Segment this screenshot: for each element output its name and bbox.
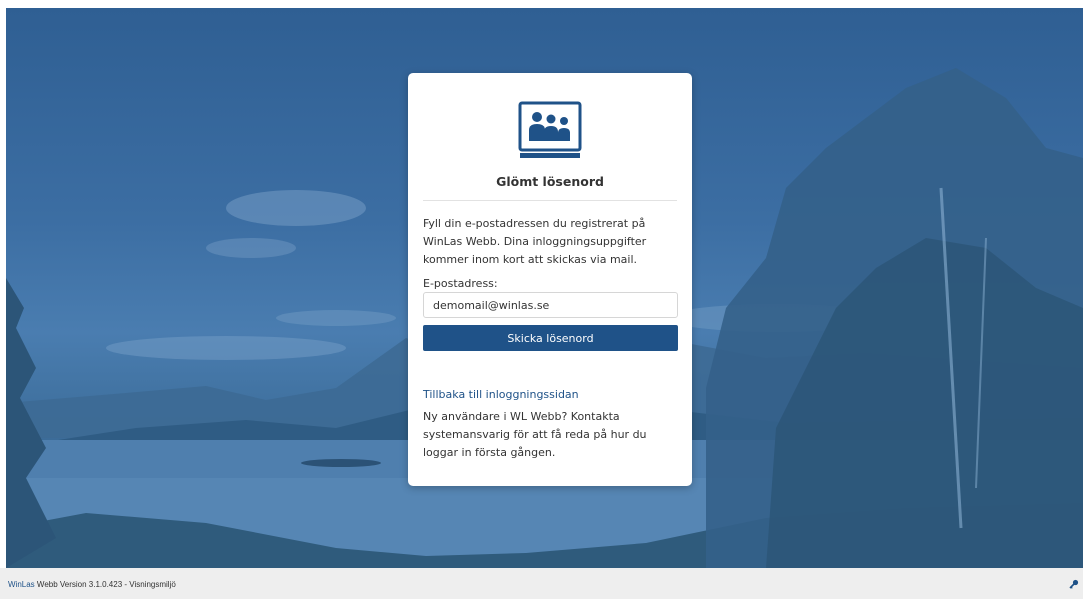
instructions-text: Fyll din e-postadressen du registrerat p… — [423, 217, 647, 266]
version-info: WinLas Webb Version 3.1.0.423 - Visnings… — [8, 580, 176, 589]
back-to-login-link[interactable]: Tillbaka till inloggningssidan — [423, 388, 579, 401]
page-title: Glömt lösenord — [496, 174, 604, 189]
footer-brand: WinLas — [8, 580, 35, 589]
email-field[interactable] — [423, 292, 678, 318]
version-text: Webb Version 3.1.0.423 - Visningsmiljö — [34, 580, 176, 589]
new-user-info-text: Ny användare i WL Webb? Kontakta systema… — [423, 410, 647, 459]
send-password-button[interactable]: Skicka lösenord — [423, 325, 678, 351]
people-screen-icon — [518, 101, 582, 158]
footer: WinLas Webb Version 3.1.0.423 - Visnings… — [0, 568, 1083, 599]
email-label: E-postadress: — [423, 277, 498, 290]
divider — [423, 200, 677, 201]
forgot-password-card: Glömt lösenord Fyll din e-postadressen d… — [408, 73, 692, 486]
key-icon[interactable] — [1069, 579, 1079, 589]
